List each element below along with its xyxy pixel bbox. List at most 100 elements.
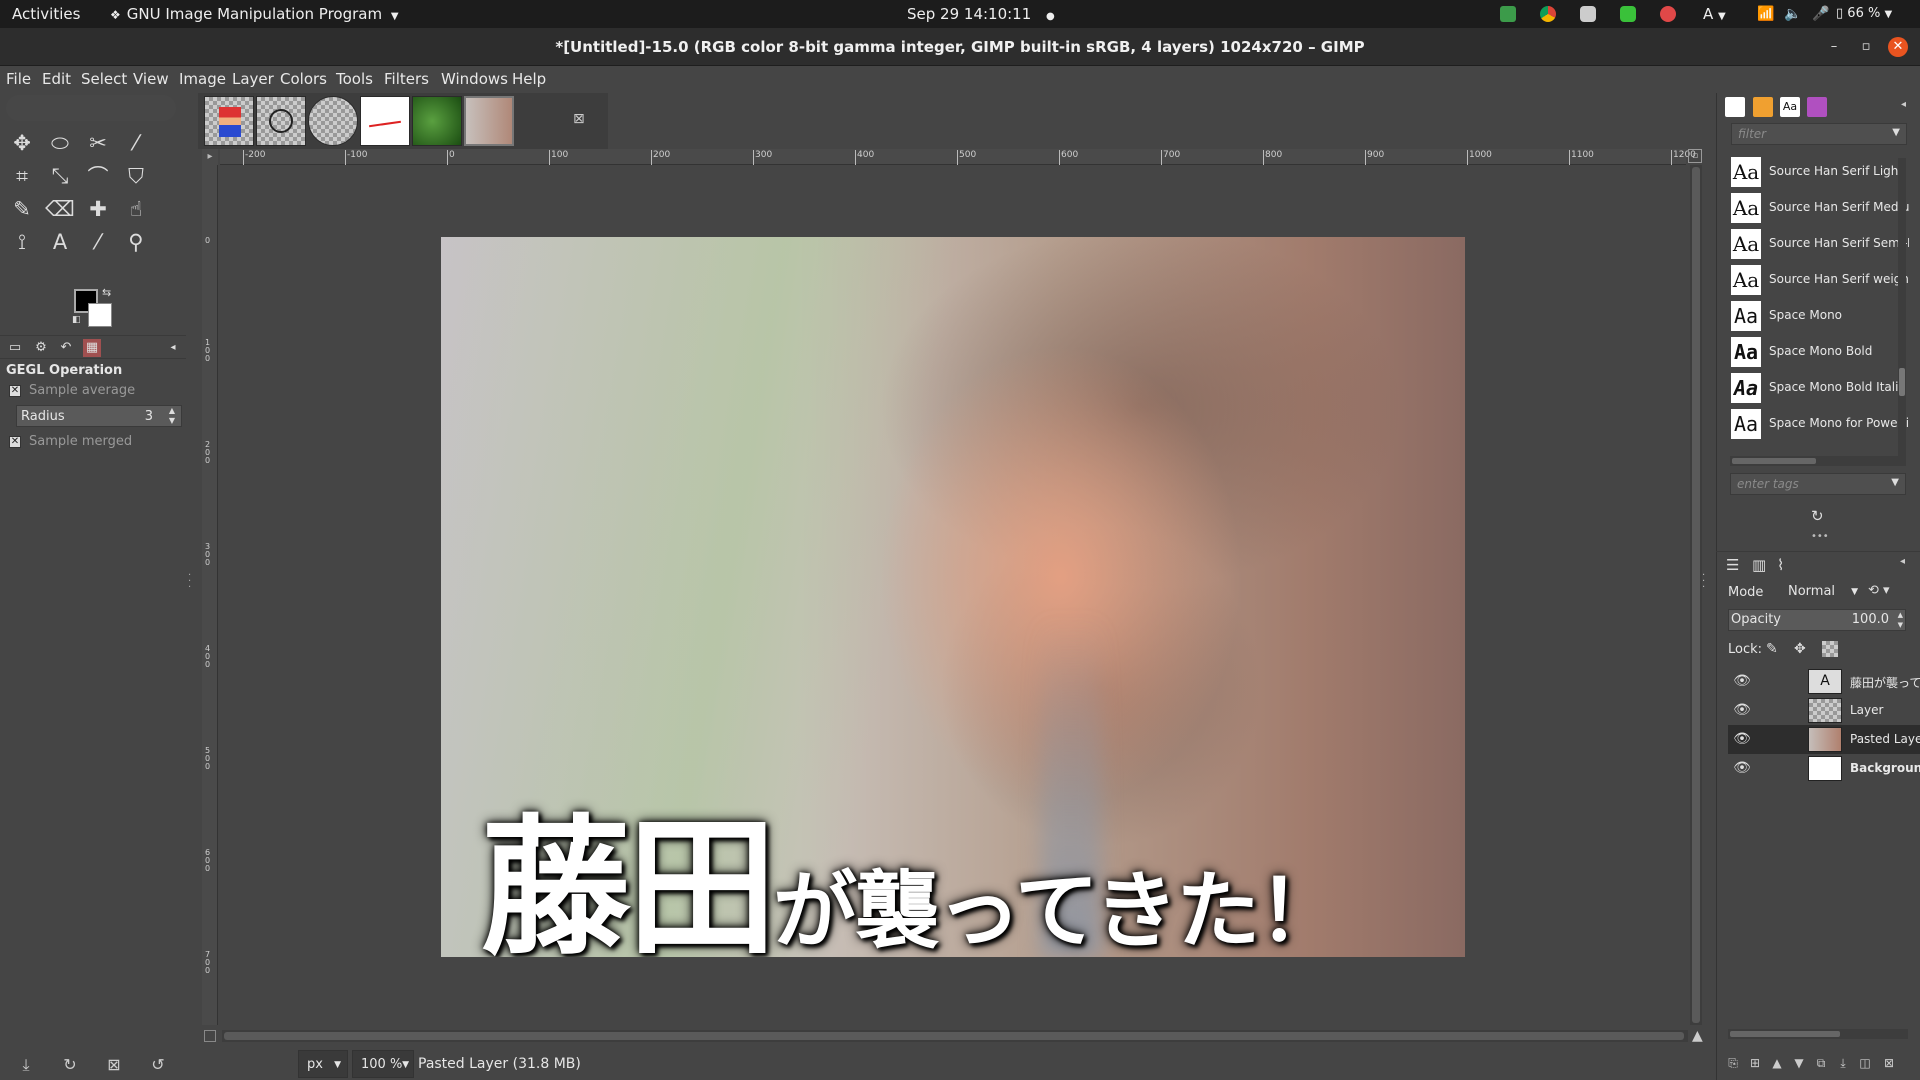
layers-tab-icon[interactable]: ☰ [1726,556,1739,574]
paths-tab-icon[interactable]: ⌇ [1777,556,1784,574]
font-list-scrollbar[interactable] [1898,158,1906,458]
heal-tool-icon[interactable]: ✚ [82,193,114,225]
layer-row[interactable]: 👁 A 藤田が襲ってきた [1728,667,1920,696]
navigate-icon[interactable]: ▫ [1688,149,1702,163]
channels-tab-icon[interactable]: ▥ [1752,556,1766,574]
zoom-select[interactable]: 100 % ▼ [352,1050,414,1078]
color-picker-icon[interactable]: ⁄ [82,226,114,258]
layers-horizontal-thumb[interactable] [1730,1031,1840,1037]
font-list-item[interactable]: Aa Source Han Serif Medium [1731,191,1909,225]
font-list-item[interactable]: Aa Space Mono for Powerline [1731,407,1909,441]
zoom-tool-icon[interactable]: ⚲ [120,226,152,258]
chrome-tray-icon[interactable] [1540,6,1556,22]
microphone-icon[interactable]: 🎤 [1812,0,1829,28]
font-list-horizontal-scrollbar[interactable] [1730,456,1906,466]
save-tool-preset-icon[interactable]: ⤓ [14,1053,38,1077]
input-method-indicator[interactable]: A ▼ [1703,0,1726,28]
spinner-arrows-icon[interactable]: ▲ ▼ [1898,610,1903,630]
move-tool-icon[interactable]: ✥ [6,127,38,159]
menu-layer[interactable]: Layer [232,66,274,93]
image-tab-thumbnail-active[interactable] [464,96,514,146]
font-list-horizontal-thumb[interactable] [1732,458,1816,464]
discord-tray-icon[interactable] [1580,6,1596,22]
patterns-tab-icon[interactable] [1753,97,1773,117]
image-tab-thumbnail[interactable] [204,96,254,146]
refresh-fonts-icon[interactable]: ↻ [1811,507,1824,525]
quick-mask-toggle-icon[interactable] [204,1030,216,1042]
horizontal-ruler[interactable]: -200 -100 0 100 200 300 400 500 600 700 800 900 1000… [220,149,1696,165]
gradients-tab-icon[interactable] [1807,97,1827,117]
lock-pixels-icon[interactable]: ✎ [1766,641,1778,657]
image-tab-thumbnail[interactable] [256,96,306,146]
minimize-icon[interactable]: – [1824,37,1844,57]
font-list-item[interactable]: Aa Source Han Serif Semi-Bold [1731,227,1909,261]
menu-windows[interactable]: Windows [441,66,508,93]
chevron-down-icon[interactable]: ▼ [1892,127,1900,138]
sample-merged-checkbox[interactable]: ✕ [9,436,21,448]
tool-options-tab-icon[interactable]: ▭ [6,339,24,357]
layer-row[interactable]: 👁 Layer [1728,696,1920,725]
font-list-item[interactable]: Aa Source Han Serif weight [1731,263,1909,297]
duplicate-layer-icon[interactable]: ⧉ [1812,1053,1830,1073]
navigate-arrow-icon[interactable]: ▲ [1692,1028,1703,1044]
menu-edit[interactable]: Edit [42,66,71,93]
eraser-icon[interactable]: ⌫ [44,193,76,225]
menu-view[interactable]: View [133,66,169,93]
fonts-tab-icon[interactable]: Aa [1780,97,1800,117]
delete-tool-preset-icon[interactable]: ⊠ [102,1053,126,1077]
layers-horizontal-scrollbar[interactable] [1728,1029,1908,1039]
close-image-tab-icon[interactable]: ⊠ [573,111,585,127]
vertical-scrollbar-thumb[interactable] [1692,167,1700,1023]
spinner-arrows-icon[interactable]: ▲ ▼ [165,406,179,426]
wifi-icon[interactable]: 📶 [1757,0,1774,28]
scale-tool-icon[interactable]: ⤡ [44,160,76,192]
layer-row-selected[interactable]: 👁 Pasted Layer [1728,725,1920,754]
restore-tool-preset-icon[interactable]: ↻ [58,1053,82,1077]
image-tab-thumbnail[interactable] [308,96,358,146]
font-list-item[interactable]: Aa Space Mono Bold Italic [1731,371,1907,405]
brushes-tab-icon[interactable] [1725,97,1745,117]
unit-select[interactable]: px ▼ [298,1050,348,1078]
delete-layer-icon[interactable]: ⊠ [1880,1053,1898,1073]
radius-spinner[interactable]: Radius 3 ▲ ▼ [16,405,182,427]
close-icon[interactable]: ✕ [1888,37,1908,57]
reset-tool-options-icon[interactable]: ↺ [146,1053,170,1077]
clock[interactable]: Sep 29 14:10:11 ● [907,0,1055,28]
smudge-tool-icon[interactable]: ☝ [120,193,152,225]
lower-layer-icon[interactable]: ▼ [1790,1053,1808,1073]
tags-input[interactable]: enter tags ▼ [1730,473,1906,495]
warp-transform-icon[interactable]: ⌒ [82,160,114,192]
visibility-eye-icon[interactable]: 👁 [1732,760,1752,776]
menu-help[interactable]: Help [512,66,546,93]
paintbrush-icon[interactable]: ✎ [6,193,38,225]
images-tab-icon[interactable]: ▦ [83,339,101,357]
layer-row[interactable]: 👁 Background [1728,754,1920,783]
font-list-scrollbar-thumb[interactable] [1899,368,1905,396]
paths-tool-icon[interactable]: ⟟ [6,226,38,258]
app-menu[interactable]: ❖ GNU Image Manipulation Program ▼ [110,0,399,28]
left-dock-drag-handle[interactable]: · · · [188,571,191,593]
layer-mode-reset-icon[interactable]: ⟲ ▾ [1868,583,1890,598]
ellipse-select-icon[interactable]: ⬭ [44,127,76,159]
menu-tools[interactable]: Tools [336,66,373,93]
lock-alpha-icon[interactable] [1822,641,1838,657]
new-layer-group-icon[interactable]: ⊞ [1746,1053,1764,1073]
opacity-slider[interactable]: Opacity 100.0 ▲ ▼ [1728,609,1906,631]
check-tray-icon[interactable] [1620,6,1636,22]
mode-select[interactable]: Normal ▼ [1788,581,1858,603]
sample-average-checkbox[interactable]: ✕ [9,385,21,397]
horizontal-scrollbar-thumb[interactable] [224,1032,1684,1040]
maximize-icon[interactable]: ▫ [1856,37,1876,57]
volume-icon[interactable]: 🔈 [1784,0,1801,28]
new-layer-icon[interactable]: ⎘ [1724,1053,1742,1073]
image-tab-thumbnail[interactable] [360,96,410,146]
raise-layer-icon[interactable]: ▲ [1768,1053,1786,1073]
lock-position-icon[interactable]: ✥ [1794,641,1806,657]
default-colors-icon[interactable]: ◧ [72,315,81,325]
activities-button[interactable]: Activities [12,0,80,28]
visibility-eye-icon[interactable]: 👁 [1732,731,1752,747]
ruler-corner[interactable]: ▸ [202,149,218,165]
visibility-eye-icon[interactable]: 👁 [1732,702,1752,718]
swap-colors-icon[interactable]: ⇆ [102,286,111,299]
right-dock-drag-handle[interactable]: · · · [1702,571,1706,593]
